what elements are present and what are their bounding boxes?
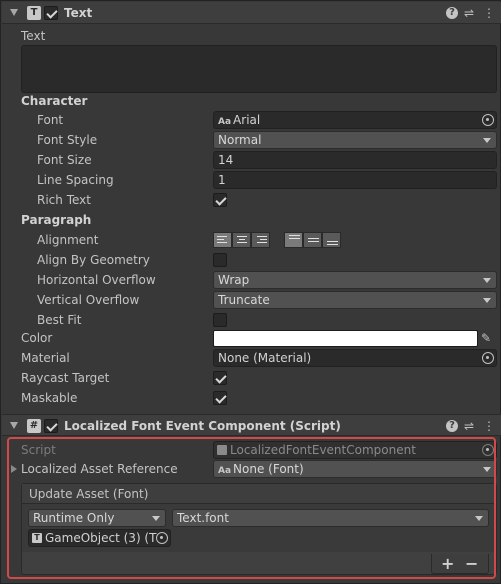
text-label: Text xyxy=(21,29,46,43)
localized-component-header[interactable]: # Localized Font Event Component (Script… xyxy=(2,414,501,436)
font-style-label: Font Style xyxy=(37,133,98,147)
align-top-icon[interactable] xyxy=(284,232,303,248)
localized-component-title: Localized Font Event Component (Script) xyxy=(64,419,341,433)
object-picker-icon[interactable] xyxy=(482,114,494,126)
help-icon[interactable]: ? xyxy=(446,420,458,432)
horizontal-overflow-dropdown[interactable]: Wrap xyxy=(213,271,497,289)
text-component-icon: T xyxy=(27,6,41,20)
material-label: Material xyxy=(21,351,70,365)
color-swatch[interactable] xyxy=(213,330,478,347)
horizontal-overflow-label: Horizontal Overflow xyxy=(37,273,156,287)
text-component-header[interactable]: T Text ? ⇌ ⋮ xyxy=(2,2,501,24)
text-enabled-checkbox[interactable] xyxy=(44,6,58,20)
foldout-arrow-icon[interactable] xyxy=(10,422,18,429)
font-size-label: Font Size xyxy=(37,153,92,167)
color-label: Color xyxy=(21,331,53,345)
material-field[interactable]: None (Material) xyxy=(213,349,497,367)
character-section-title: Character xyxy=(21,94,88,108)
maskable-label: Maskable xyxy=(21,391,78,405)
vertical-overflow-dropdown[interactable]: Truncate xyxy=(213,291,497,309)
presets-icon[interactable]: ⇌ xyxy=(462,419,476,433)
font-field[interactable]: Aa Arial xyxy=(213,111,497,129)
dropdown-arrow-icon xyxy=(483,278,491,283)
material-value: None (Material) xyxy=(218,351,312,365)
align-center-icon[interactable] xyxy=(232,232,251,248)
line-spacing-label: Line Spacing xyxy=(37,173,114,187)
raycast-target-checkbox[interactable] xyxy=(213,371,227,385)
line-spacing-input[interactable]: 1 xyxy=(213,171,497,189)
vertical-overflow-label: Vertical Overflow xyxy=(37,293,140,307)
font-size-input[interactable]: 14 xyxy=(213,151,497,169)
horizontal-overflow-value: Wrap xyxy=(218,273,250,287)
object-picker-icon[interactable] xyxy=(482,352,494,364)
font-value: Arial xyxy=(233,113,261,127)
script-icon: # xyxy=(27,419,41,433)
vertical-overflow-value: Truncate xyxy=(218,293,270,307)
highlight-outline xyxy=(7,437,496,579)
rich-text-label: Rich Text xyxy=(37,193,91,207)
help-icon[interactable]: ? xyxy=(446,7,458,19)
dropdown-arrow-icon xyxy=(483,138,491,143)
align-by-geometry-label: Align By Geometry xyxy=(37,253,150,267)
align-middle-icon[interactable] xyxy=(303,232,322,248)
font-style-value: Normal xyxy=(218,133,262,147)
presets-icon[interactable]: ⇌ xyxy=(462,6,476,20)
best-fit-checkbox[interactable] xyxy=(213,313,227,327)
localized-enabled-checkbox[interactable] xyxy=(44,419,58,433)
best-fit-label: Best Fit xyxy=(37,313,82,327)
maskable-checkbox[interactable] xyxy=(213,391,227,405)
font-asset-icon: Aa xyxy=(218,117,232,127)
text-component-title: Text xyxy=(64,6,93,20)
font-label: Font xyxy=(37,113,64,127)
dropdown-arrow-icon xyxy=(483,298,491,303)
raycast-target-label: Raycast Target xyxy=(21,371,110,385)
rich-text-checkbox[interactable] xyxy=(213,193,227,207)
context-menu-icon[interactable]: ⋮ xyxy=(482,419,496,433)
font-style-dropdown[interactable]: Normal xyxy=(213,131,497,149)
text-input[interactable] xyxy=(21,45,497,93)
alignment-label: Alignment xyxy=(37,233,99,247)
align-left-icon[interactable] xyxy=(213,232,232,248)
paragraph-section-title: Paragraph xyxy=(21,213,92,227)
align-right-icon[interactable] xyxy=(251,232,270,248)
inspector-panel: T Text ? ⇌ ⋮ Text Character Font Aa Arial… xyxy=(0,0,501,584)
foldout-arrow-icon[interactable] xyxy=(10,9,18,16)
eyedropper-icon[interactable]: ✎ xyxy=(481,331,495,345)
context-menu-icon[interactable]: ⋮ xyxy=(482,6,496,20)
align-by-geometry-checkbox[interactable] xyxy=(213,253,227,267)
align-bottom-icon[interactable] xyxy=(322,232,341,248)
